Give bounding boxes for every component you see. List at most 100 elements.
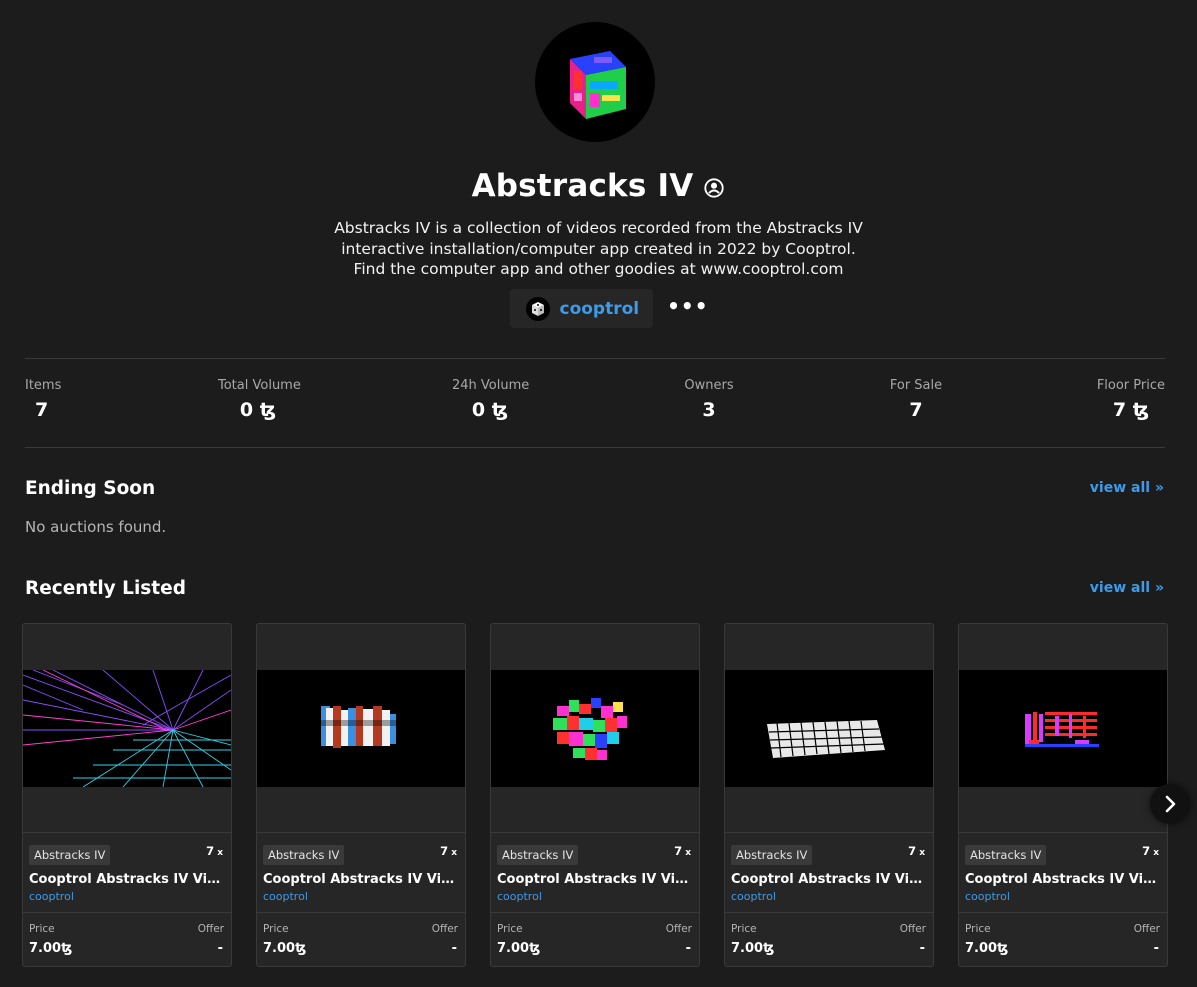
collection-tag[interactable]: Abstracks IV <box>965 845 1047 865</box>
edition-suffix: x <box>217 848 223 858</box>
listing-card[interactable]: Abstracks IV 7x Cooptrol Abstracks IV Vi… <box>256 623 466 967</box>
edition-number: 7 <box>206 844 215 858</box>
edition-number: 7 <box>440 844 449 858</box>
edition-suffix: x <box>1153 848 1159 858</box>
price-value: 7.00ꜩ <box>731 941 775 956</box>
price-value: 7.00ꜩ <box>263 941 307 956</box>
card-info: Abstracks IV 7x Cooptrol Abstracks IV Vi… <box>725 832 933 912</box>
stat-value: 3 <box>702 399 716 421</box>
artwork-name[interactable]: Cooptrol Abstracks IV Video… <box>965 872 1161 887</box>
listing-card[interactable]: Abstracks IV 7x Cooptrol Abstracks IV Vi… <box>22 623 232 967</box>
collection-avatar <box>535 22 655 142</box>
stat-for-sale: For Sale 7 <box>888 378 944 421</box>
stat-label: For Sale <box>889 378 943 393</box>
listing-card[interactable]: Abstracks IV 7x Cooptrol Abstracks IV Vi… <box>724 623 934 967</box>
more-options-button[interactable]: ••• <box>667 294 708 318</box>
artist-link[interactable]: cooptrol <box>29 890 74 903</box>
price-row: Price Offer 7.00ꜩ - <box>725 912 933 966</box>
edition-number: 7 <box>1142 844 1151 858</box>
collection-tag[interactable]: Abstracks IV <box>731 845 813 865</box>
stat-label: Total Volume <box>218 378 301 393</box>
stat-value: 7 <box>909 399 923 421</box>
artwork-preview[interactable] <box>257 670 465 787</box>
card-info: Abstracks IV 7x Cooptrol Abstracks IV Vi… <box>23 832 231 912</box>
price-value: 7.00ꜩ <box>497 941 541 956</box>
dice-icon <box>531 301 544 316</box>
offer-label: Offer <box>899 923 926 935</box>
edition-count: 7x <box>206 844 223 858</box>
artwork-preview[interactable] <box>959 670 1167 787</box>
offer-value: - <box>217 941 223 956</box>
artwork-preview[interactable] <box>725 670 933 787</box>
stat-24h-volume: 24h Volume 0 ꜩ <box>452 378 530 421</box>
striped-shapes-art <box>257 670 465 787</box>
artist-link[interactable]: cooptrol <box>965 890 1010 903</box>
ending-soon-view-all-link[interactable]: view all » <box>1090 480 1164 496</box>
creator-avatar <box>525 296 550 321</box>
stat-value: 7 <box>35 399 49 421</box>
artist-link[interactable]: cooptrol <box>731 890 776 903</box>
price-row: Price Offer 7.00ꜩ - <box>257 912 465 966</box>
color-blocks-art <box>491 670 699 787</box>
artwork-name[interactable]: Cooptrol Abstracks IV Video… <box>29 872 225 887</box>
collection-tag[interactable]: Abstracks IV <box>29 845 111 865</box>
price-row: Price Offer 7.00ꜩ - <box>23 912 231 966</box>
edition-suffix: x <box>685 848 691 858</box>
stat-items: Items 7 <box>25 378 61 421</box>
ending-soon-title: Ending Soon <box>25 478 156 499</box>
price-row: Price Offer 7.00ꜩ - <box>491 912 699 966</box>
artwork-preview[interactable] <box>23 670 231 787</box>
edition-count: 7x <box>440 844 457 858</box>
price-label: Price <box>29 923 55 935</box>
white-grid-art <box>725 670 933 787</box>
red-bars-art <box>959 670 1167 787</box>
edition-suffix: x <box>919 848 925 858</box>
artwork-name[interactable]: Cooptrol Abstracks IV Video… <box>263 872 459 887</box>
chevron-right-icon <box>1165 795 1176 813</box>
price-label: Price <box>731 923 757 935</box>
stat-label: Floor Price <box>1096 378 1165 393</box>
collection-description: Abstracks IV is a collection of videos r… <box>0 218 1197 280</box>
edition-count: 7x <box>908 844 925 858</box>
wire-tunnel-art <box>23 670 231 787</box>
creator-link[interactable]: cooptrol <box>509 289 654 328</box>
artist-link[interactable]: cooptrol <box>263 890 308 903</box>
offer-value: - <box>919 941 925 956</box>
card-info: Abstracks IV 7x Cooptrol Abstracks IV Vi… <box>257 832 465 912</box>
artist-link[interactable]: cooptrol <box>497 890 542 903</box>
card-info: Abstracks IV 7x Cooptrol Abstracks IV Vi… <box>491 832 699 912</box>
price-row: Price Offer 7.00ꜩ - <box>959 912 1167 966</box>
offer-label: Offer <box>197 923 224 935</box>
offer-value: - <box>451 941 457 956</box>
creator-name[interactable]: cooptrol <box>560 299 640 319</box>
artwork-preview[interactable] <box>491 670 699 787</box>
listing-card[interactable]: Abstracks IV 7x Cooptrol Abstracks IV Vi… <box>490 623 700 967</box>
price-label: Price <box>497 923 523 935</box>
offer-value: - <box>1153 941 1159 956</box>
collection-title: Abstracks IV <box>471 168 694 204</box>
listing-card[interactable]: Abstracks IV 7x Cooptrol Abstracks IV Vi… <box>958 623 1168 967</box>
stat-label: 24h Volume <box>452 378 530 393</box>
edition-suffix: x <box>451 848 457 858</box>
edition-number: 7 <box>908 844 917 858</box>
no-auctions-message: No auctions found. <box>25 518 167 536</box>
stat-total-volume: Total Volume 0 ꜩ <box>218 378 301 421</box>
card-info: Abstracks IV 7x Cooptrol Abstracks IV Vi… <box>959 832 1167 912</box>
recently-listed-view-all-link[interactable]: view all » <box>1090 580 1164 596</box>
edition-count: 7x <box>1142 844 1159 858</box>
stat-value: 0 ꜩ <box>471 399 509 421</box>
description-line: Find the computer app and other goodies … <box>353 260 844 278</box>
user-verified-icon <box>704 178 725 198</box>
price-value: 7.00ꜩ <box>29 941 73 956</box>
stat-label: Owners <box>684 378 734 393</box>
recently-listed-title: Recently Listed <box>25 578 186 599</box>
collection-tag[interactable]: Abstracks IV <box>497 845 579 865</box>
artwork-name[interactable]: Cooptrol Abstracks IV Video… <box>497 872 693 887</box>
carousel-next-button[interactable] <box>1150 784 1190 824</box>
offer-label: Offer <box>431 923 458 935</box>
stat-value: 0 ꜩ <box>239 399 277 421</box>
cube-logo-icon <box>570 51 626 119</box>
artwork-name[interactable]: Cooptrol Abstracks IV Video… <box>731 872 927 887</box>
price-value: 7.00ꜩ <box>965 941 1009 956</box>
collection-tag[interactable]: Abstracks IV <box>263 845 345 865</box>
